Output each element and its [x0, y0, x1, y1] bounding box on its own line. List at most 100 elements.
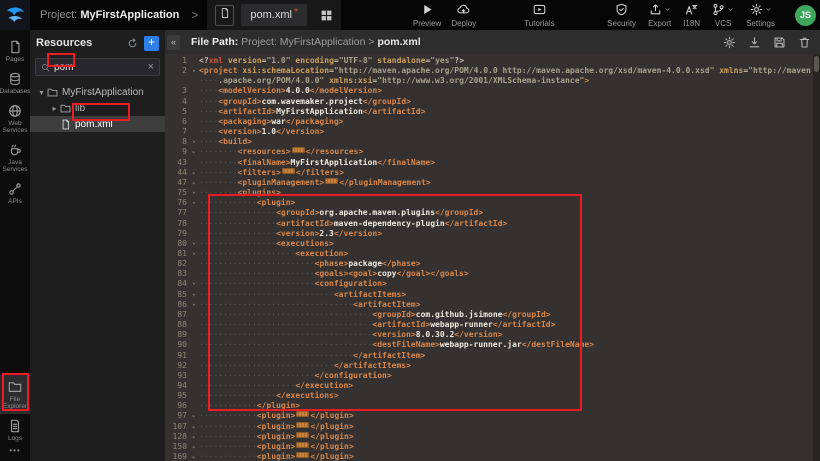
fold-toggle-icon[interactable]: ▾ [189, 137, 199, 147]
settings-button[interactable]: Settings [746, 3, 775, 28]
save-file-button[interactable] [773, 36, 786, 49]
fold-toggle-icon[interactable]: ▸ [189, 178, 199, 188]
folded-region-icon[interactable] [296, 452, 309, 458]
code-line-47[interactable]: 47▸········<pluginManagement></pluginMan… [165, 178, 820, 188]
tree-caret-icon[interactable]: ▾ [36, 88, 47, 97]
fold-toggle-icon[interactable]: ▸ [189, 168, 199, 178]
code-editor[interactable]: 1<?xml version="1.0" encoding="UTF-8" st… [165, 54, 820, 461]
code-line-84[interactable]: 84▾························<configuratio… [165, 279, 820, 289]
delete-file-button[interactable] [798, 36, 811, 49]
sidebar-item-file-explorer[interactable]: File Explorer [0, 375, 30, 414]
folded-region-icon[interactable] [296, 442, 309, 448]
code-line-1[interactable]: 1<?xml version="1.0" encoding="UTF-8" st… [165, 56, 820, 66]
code-line-128[interactable]: 128▸············<plugin></plugin> [165, 432, 820, 442]
fold-toggle-icon[interactable]: ▸ [189, 442, 199, 452]
add-resource-button[interactable]: + [144, 36, 159, 51]
code-line-43[interactable]: 43········<finalName>MyFirstApplication<… [165, 158, 820, 168]
tree-item-lib[interactable]: ▸lib [30, 100, 165, 116]
sidebar-item-logs[interactable]: Logs [0, 414, 30, 446]
folded-region-icon[interactable] [296, 411, 309, 417]
code-line-7[interactable]: 7····<version>1.0</version> [165, 127, 820, 137]
fold-toggle-icon[interactable]: ▾ [189, 66, 199, 76]
fold-toggle-icon[interactable]: ▾ [189, 249, 199, 259]
code-line-4[interactable]: 4····<groupId>com.wavemaker.project</gro… [165, 97, 820, 107]
code-line-8[interactable]: 8▾····<build> [165, 137, 820, 147]
code-line-82[interactable]: 82························<phase>package… [165, 259, 820, 269]
code-line-78[interactable]: 78················<artifactId>maven-depe… [165, 219, 820, 229]
code-line-6[interactable]: 6····<packaging>war</packaging> [165, 117, 820, 127]
code-line-wrap[interactable]: ····.apache.org/POM/4.0.0" xmlns:xsi="ht… [165, 76, 820, 86]
code-line-91[interactable]: 91································</arti… [165, 351, 820, 361]
user-avatar[interactable]: JS [795, 5, 816, 26]
deploy-button[interactable]: Deploy [451, 3, 476, 28]
code-line-94[interactable]: 94····················</execution> [165, 381, 820, 391]
export-button[interactable]: Export [648, 3, 671, 28]
resources-search-input[interactable]: pom × [35, 58, 160, 76]
tutorials-button[interactable]: Tutorials [524, 3, 554, 28]
sidebar-item-pages[interactable]: Pages [0, 35, 30, 67]
code-line-77[interactable]: 77················<groupId>org.apache.ma… [165, 208, 820, 218]
fold-toggle-icon[interactable]: ▾ [189, 188, 199, 198]
code-line-9[interactable]: 9▸········<resources></resources> [165, 147, 820, 157]
code-line-93[interactable]: 93························</configuratio… [165, 371, 820, 381]
code-line-169[interactable]: 169▸············<plugin></plugin> [165, 452, 820, 461]
folded-region-icon[interactable] [292, 147, 305, 153]
code-line-88[interactable]: 88····································<a… [165, 320, 820, 330]
code-line-79[interactable]: 79················<version>2.3</version> [165, 229, 820, 239]
tab-pom-xml[interactable]: pom.xml * [241, 4, 306, 26]
code-line-95[interactable]: 95················</executions> [165, 391, 820, 401]
code-line-89[interactable]: 89····································<v… [165, 330, 820, 340]
tree-item-pom-xml[interactable]: pom.xml [30, 116, 165, 132]
code-line-76[interactable]: 76▾············<plugin> [165, 198, 820, 208]
code-line-90[interactable]: 90····································<d… [165, 340, 820, 350]
vcs-button[interactable]: VCS [712, 3, 734, 28]
grid-view-icon[interactable] [320, 9, 333, 22]
code-line-3[interactable]: 3····<modelVersion>4.0.0</modelVersion> [165, 86, 820, 96]
code-line-5[interactable]: 5····<artifactId>MyFirstApplication</art… [165, 107, 820, 117]
code-line-85[interactable]: 85▾····························<artifact… [165, 290, 820, 300]
fold-toggle-icon[interactable]: ▸ [189, 147, 199, 157]
sidebar-item-java-services[interactable]: Java Services [0, 138, 30, 177]
fold-toggle-icon[interactable]: ▾ [189, 239, 199, 249]
sidebar-more-icon[interactable]: ••• [9, 446, 20, 455]
code-line-75[interactable]: 75▾········<plugins> [165, 188, 820, 198]
tree-caret-icon[interactable]: ▸ [49, 104, 60, 113]
folded-region-icon[interactable] [296, 432, 309, 438]
code-line-150[interactable]: 150▸············<plugin></plugin> [165, 442, 820, 452]
folded-region-icon[interactable] [282, 168, 295, 174]
code-line-92[interactable]: 92····························</artifact… [165, 361, 820, 371]
fold-toggle-icon[interactable]: ▾ [189, 290, 199, 300]
clear-search-icon[interactable]: × [148, 61, 154, 73]
folded-region-icon[interactable] [325, 178, 338, 184]
file-tab-icon[interactable] [215, 5, 234, 26]
code-line-81[interactable]: 81▾····················<execution> [165, 249, 820, 259]
code-line-87[interactable]: 87····································<g… [165, 310, 820, 320]
code-line-96[interactable]: 96············</plugin> [165, 401, 820, 411]
i18n-button[interactable]: I18N [683, 3, 700, 28]
code-line-2[interactable]: 2▾<project xsi:schemaLocation="http://ma… [165, 66, 820, 76]
download-file-button[interactable] [748, 36, 761, 49]
fold-toggle-icon[interactable]: ▸ [189, 422, 199, 432]
code-line-80[interactable]: 80▾················<executions> [165, 239, 820, 249]
code-line-44[interactable]: 44▸········<filters></filters> [165, 168, 820, 178]
fold-toggle-icon[interactable]: ▾ [189, 198, 199, 208]
refresh-icon[interactable] [127, 38, 138, 49]
code-line-83[interactable]: 83························<goals><goal>c… [165, 269, 820, 279]
code-line-86[interactable]: 86▾································<arti… [165, 300, 820, 310]
sidebar-item-apis[interactable]: APIs [0, 177, 30, 209]
folded-region-icon[interactable] [296, 422, 309, 428]
fold-toggle-icon[interactable]: ▸ [189, 432, 199, 442]
wavemaker-logo-icon[interactable] [0, 0, 30, 30]
code-line-107[interactable]: 107▸············<plugin></plugin> [165, 422, 820, 432]
sidebar-item-web-services[interactable]: Web Services [0, 99, 30, 138]
scrollbar-thumb[interactable] [814, 56, 819, 72]
preview-button[interactable]: Preview [413, 3, 441, 28]
fold-toggle-icon[interactable]: ▸ [189, 452, 199, 461]
collapse-panel-icon[interactable]: « [167, 35, 180, 50]
tree-item-myfirstapplication[interactable]: ▾MyFirstApplication [30, 84, 165, 100]
fold-toggle-icon[interactable]: ▾ [189, 279, 199, 289]
code-line-97[interactable]: 97▸············<plugin></plugin> [165, 411, 820, 421]
format-settings-button[interactable] [723, 36, 736, 49]
fold-toggle-icon[interactable]: ▸ [189, 411, 199, 421]
fold-toggle-icon[interactable]: ▾ [189, 300, 199, 310]
